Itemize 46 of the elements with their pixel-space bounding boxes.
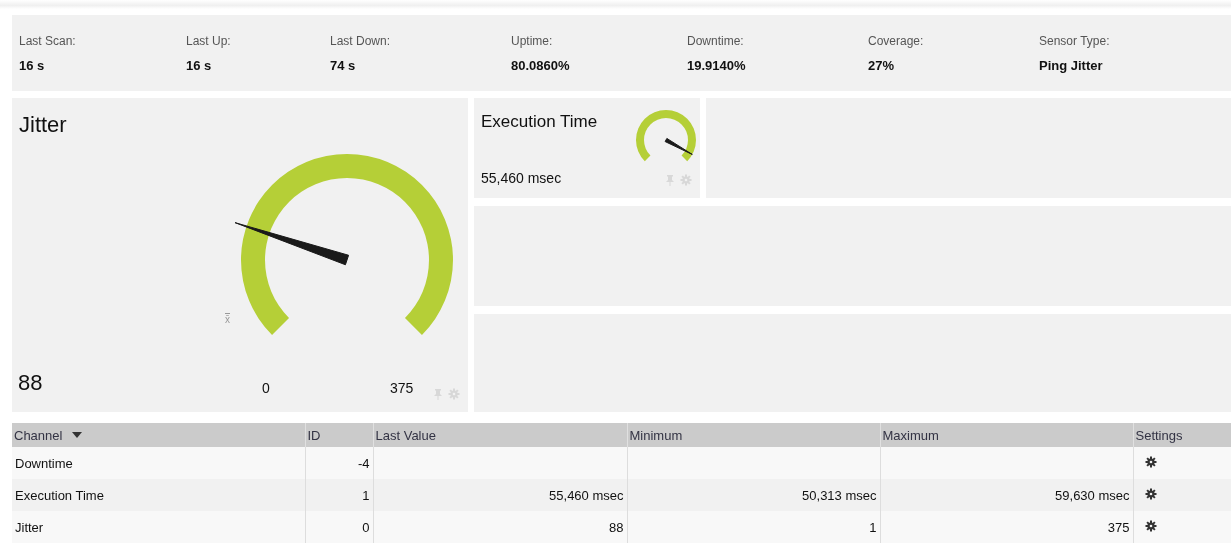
- settings-icon[interactable]: [1144, 487, 1157, 500]
- column-header[interactable]: Minimum: [627, 423, 880, 447]
- gauge-max: 375: [390, 380, 414, 396]
- stat-value: 16 s: [19, 57, 46, 73]
- mean-marker: x̄: [225, 314, 230, 325]
- gauge-title: Execution Time: [481, 112, 598, 132]
- sort-icon: [72, 432, 83, 438]
- table-cell: 50,313 msec: [802, 487, 877, 503]
- table-cell: 1: [869, 519, 877, 535]
- gauge-title: Jitter: [19, 112, 67, 138]
- table-cell: 55,460 msec: [549, 487, 624, 503]
- table-cell: 1: [362, 487, 370, 503]
- column-header[interactable]: Settings: [1133, 423, 1231, 447]
- table-cell: 88: [609, 519, 624, 535]
- stat-label: Last Scan:: [19, 33, 77, 48]
- column-header[interactable]: Maximum: [880, 423, 1133, 447]
- stat-label: Coverage:: [868, 33, 925, 48]
- stat-label: Downtime:: [687, 33, 745, 48]
- table-cell: 0: [362, 519, 370, 535]
- stat-label: Uptime:: [511, 33, 554, 48]
- stat-value: 16 s: [186, 57, 213, 73]
- stat-value: 27%: [868, 57, 896, 73]
- column-header[interactable]: Channel: [12, 423, 305, 447]
- gauge-min: 0: [262, 380, 270, 396]
- pin-icon[interactable]: [664, 174, 676, 187]
- stat-value: 19.9140%: [687, 57, 747, 73]
- stat-label: Sensor Type:: [1039, 33, 1111, 48]
- table-cell: Execution Time: [15, 487, 104, 503]
- table-cell: Downtime: [15, 455, 73, 471]
- stat-value: Ping Jitter: [1039, 57, 1104, 73]
- gauge-value: 55,460 msec: [481, 170, 562, 186]
- stat-label: Last Up:: [186, 33, 232, 48]
- stat-value: 80.0860%: [511, 57, 571, 73]
- settings-icon[interactable]: [1144, 519, 1157, 532]
- pin-icon[interactable]: [432, 388, 444, 401]
- table-cell: -4: [357, 455, 370, 471]
- table-cell: 59,630 msec: [1055, 487, 1130, 503]
- gauge-arc: [636, 110, 696, 162]
- column-header[interactable]: Last Value: [373, 423, 627, 447]
- column-header[interactable]: ID: [305, 423, 373, 447]
- stat-label: Last Down:: [330, 33, 392, 48]
- stat-value: 74 s: [330, 57, 357, 73]
- table-cell: Jitter: [15, 519, 44, 535]
- settings-icon[interactable]: [1144, 455, 1157, 468]
- table-cell: 375: [1107, 519, 1130, 535]
- gauge-value: 88: [18, 370, 43, 396]
